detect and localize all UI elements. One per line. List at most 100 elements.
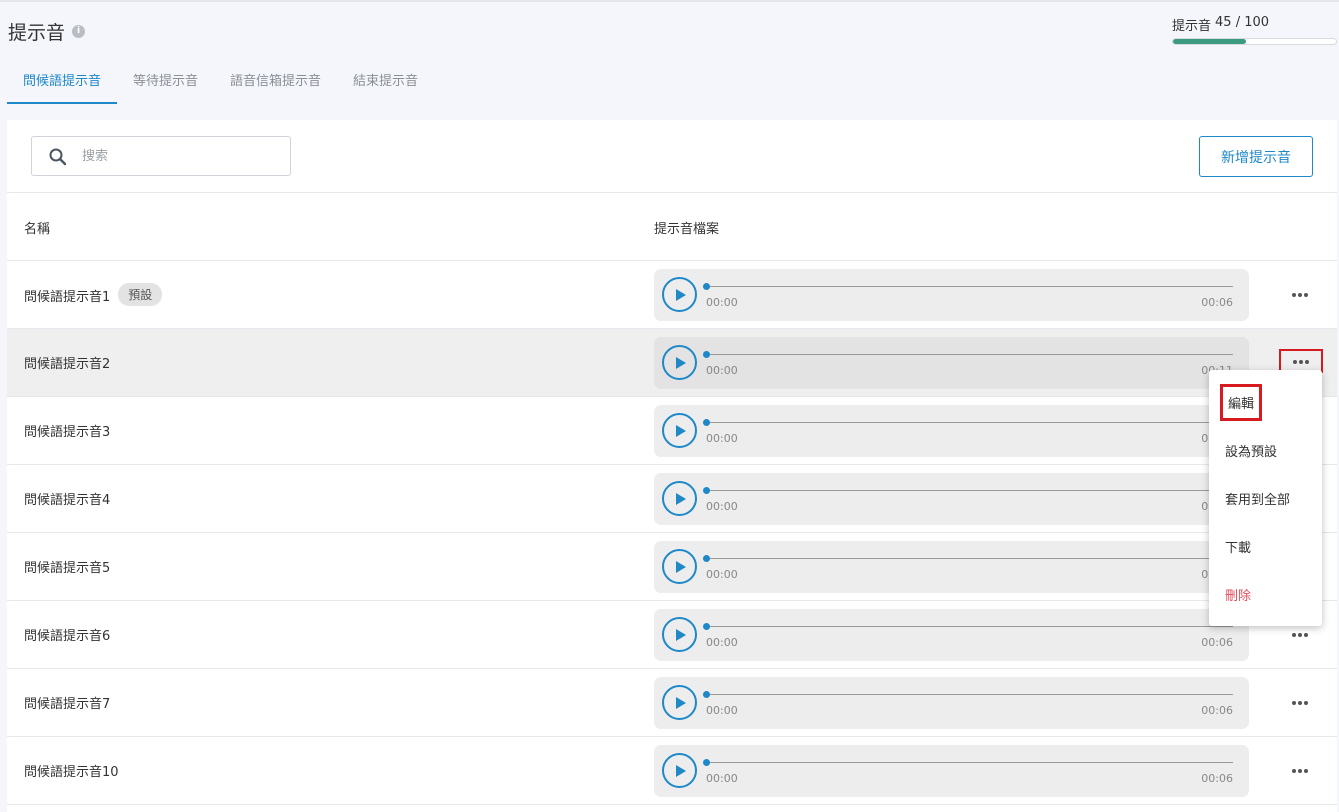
seek-track[interactable] [707, 422, 1233, 423]
play-button[interactable] [662, 481, 697, 516]
row-name-text: 問候語提示音6 [24, 629, 111, 644]
menu-item-apply-all[interactable]: 套用到全部 [1225, 489, 1290, 508]
tab-greeting[interactable]: 問候語提示音 [7, 58, 118, 104]
table-row[interactable]: 問候語提示音10 00:00 00:06 [7, 737, 1337, 805]
tab-ending[interactable]: 結束提示音 [337, 58, 434, 104]
play-button[interactable] [662, 345, 697, 380]
play-button[interactable] [662, 617, 697, 652]
seek-handle[interactable] [703, 623, 710, 630]
table-row[interactable]: 問候語提示音5 00:0000:04 [7, 533, 1337, 601]
row-action-menu: 編輯 設為預設 套用到全部 下載 刪除 [1209, 370, 1322, 626]
audio-player: 00:0000:06 [654, 745, 1249, 797]
audio-player: 00:00 00:06 [654, 269, 1249, 321]
add-prompt-button[interactable]: 新增提示音 [1199, 136, 1313, 177]
table-row[interactable]: 問候語提示音7 00:00 00:06 [7, 669, 1337, 737]
seek-track[interactable] [707, 626, 1233, 627]
row-name: 問候語提示音10 [24, 761, 119, 780]
row-name-text: 問候語提示音4 [24, 493, 111, 508]
row-name: 問候語提示音7 [24, 693, 110, 712]
seek-track[interactable] [707, 354, 1233, 355]
current-time: 00:00 [706, 772, 738, 785]
row-name: 問候語提示音1 預設 [24, 283, 163, 306]
audio-player: 00:0000:06 [654, 405, 1249, 457]
top-divider [0, 0, 1339, 2]
default-badge: 預設 [118, 283, 163, 306]
play-icon [676, 697, 686, 709]
row-name: 問候語提示音3 [24, 421, 110, 440]
play-icon [676, 289, 686, 301]
menu-item-download[interactable]: 下載 [1225, 537, 1251, 556]
content-card: 新增提示音 名稱 提示音檔案 問候語提示音1預設00:0000:06問候語提示音… [7, 120, 1337, 812]
current-time: 00:00 [706, 432, 738, 445]
seek-track[interactable] [707, 694, 1233, 695]
current-time: 00:00 [706, 500, 738, 513]
seek-handle[interactable] [703, 487, 710, 494]
audio-player: 00:0000:11 [654, 337, 1249, 389]
row-name: 問候語提示音4 [24, 489, 110, 508]
seek-handle[interactable] [703, 283, 710, 290]
current-time: 00:00 [706, 636, 738, 649]
play-button[interactable] [662, 685, 697, 720]
more-icon[interactable] [1282, 628, 1318, 642]
info-icon[interactable]: i [72, 25, 86, 38]
audio-player: 00:0000:06 [654, 473, 1249, 525]
seek-handle[interactable] [703, 555, 710, 562]
search-box [31, 136, 291, 176]
audio-player: 00:00 00:06 [654, 677, 1249, 729]
seek-track[interactable] [707, 558, 1233, 559]
current-time: 00:00 [706, 568, 738, 581]
current-time: 00:00 [706, 704, 738, 717]
play-button[interactable] [662, 413, 697, 448]
play-button[interactable] [662, 753, 697, 788]
seek-handle[interactable] [703, 759, 710, 766]
row-name: 問候語提示音6 [24, 625, 110, 644]
more-icon[interactable] [1282, 764, 1318, 778]
play-button[interactable] [662, 549, 697, 584]
table-row[interactable]: 問候語提示音3 00:0000:06 [7, 397, 1337, 465]
table-row[interactable]: 問候語提示音4 00:0000:06 [7, 465, 1337, 533]
page-title-text: 提示音 [8, 22, 66, 44]
row-name-text: 問候語提示音2 [24, 357, 111, 372]
row-name-text: 問候語提示音10 [24, 765, 119, 780]
menu-item-set-default[interactable]: 設為預設 [1225, 441, 1277, 460]
page-title: 提示音 i [8, 18, 86, 45]
toolbar-divider [7, 192, 1337, 193]
more-icon[interactable] [1282, 288, 1318, 302]
search-input[interactable] [82, 137, 282, 175]
quota-indicator: 提示音 45 / 100 [1172, 15, 1337, 45]
menu-item-delete[interactable]: 刪除 [1225, 585, 1251, 604]
duration: 00:06 [1201, 704, 1233, 717]
more-icon[interactable] [1282, 696, 1318, 710]
seek-handle[interactable] [703, 419, 710, 426]
tab-voicemail[interactable]: 語音信箱提示音 [214, 58, 337, 104]
seek-handle[interactable] [703, 691, 710, 698]
row-name-text: 問候語提示音1 [24, 290, 111, 305]
seek-handle[interactable] [703, 351, 710, 358]
play-button[interactable] [662, 277, 697, 312]
table-row[interactable]: 問候語提示音6 00:00 00:06 [7, 601, 1337, 669]
search-icon [49, 148, 67, 166]
current-time: 00:00 [706, 364, 738, 377]
tab-waiting[interactable]: 等待提示音 [117, 58, 214, 104]
row-name-text: 問候語提示音7 [24, 697, 111, 712]
seek-track[interactable] [707, 762, 1233, 763]
current-time: 00:00 [706, 296, 738, 309]
play-icon [676, 765, 686, 777]
menu-item-edit[interactable]: 編輯 [1220, 384, 1263, 421]
quota-label: 提示音 [1172, 19, 1212, 34]
quota-progress-bar [1172, 38, 1337, 45]
play-icon [676, 493, 686, 505]
quota-progress-fill [1173, 39, 1247, 44]
table-row[interactable]: 問候語提示音1 預設 00:00 00:06 [7, 261, 1337, 329]
play-icon [676, 629, 686, 641]
play-icon [676, 561, 686, 573]
seek-track[interactable] [707, 286, 1233, 287]
seek-track[interactable] [707, 490, 1233, 491]
play-icon [676, 425, 686, 437]
audio-player: 00:0000:06 [654, 609, 1249, 661]
duration: 00:06 [1201, 296, 1233, 309]
row-name-text: 問候語提示音3 [24, 425, 111, 440]
row-name-text: 問候語提示音5 [24, 561, 111, 576]
table-row[interactable]: 問候語提示音2 00:0000:11 [7, 329, 1337, 397]
column-header-file: 提示音檔案 [654, 222, 720, 237]
